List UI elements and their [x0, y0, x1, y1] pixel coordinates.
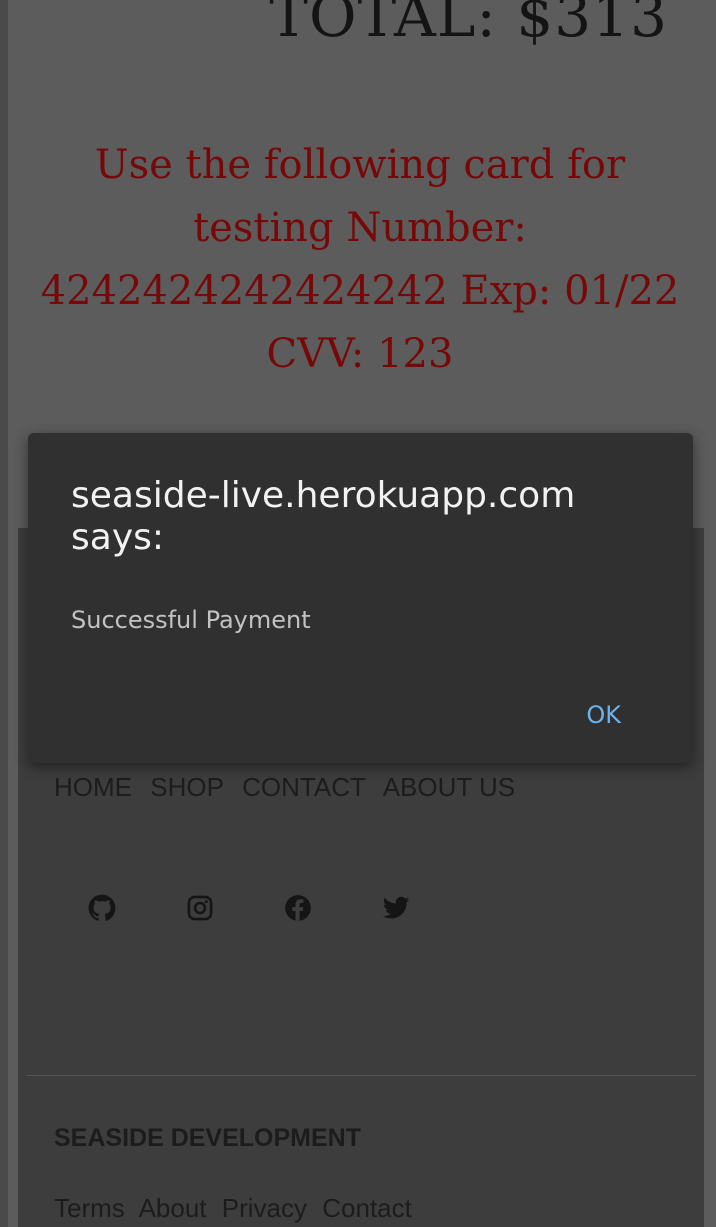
dialog-message: Successful Payment	[71, 606, 311, 634]
nav-shop-link[interactable]: SHOP	[150, 772, 224, 802]
privacy-link[interactable]: Privacy	[222, 1193, 307, 1223]
footer-legal-links: Terms About Privacy Contact	[54, 1193, 420, 1224]
footer-brand: SEASIDE DEVELOPMENT	[54, 1124, 361, 1152]
footer-divider	[26, 1075, 696, 1076]
dialog-title: seaside-live.herokuapp.com says:	[71, 475, 576, 558]
nav-home-link[interactable]: HOME	[54, 772, 132, 802]
nav-contact-link[interactable]: CONTACT	[242, 772, 366, 802]
ok-button[interactable]: OK	[586, 701, 621, 729]
about-link[interactable]: About	[139, 1193, 207, 1223]
facebook-icon[interactable]	[284, 894, 312, 922]
order-total: TOTAL: $313	[269, 0, 668, 50]
test-card-notice: Use the following card for testing Numbe…	[40, 142, 680, 377]
page-edge	[0, 0, 8, 1227]
social-links	[88, 894, 410, 922]
contact-link[interactable]: Contact	[322, 1193, 412, 1223]
terms-link[interactable]: Terms	[54, 1193, 125, 1223]
github-icon[interactable]	[88, 894, 116, 922]
alert-dialog: seaside-live.herokuapp.com says: Success…	[28, 433, 693, 763]
instagram-icon[interactable]	[186, 894, 214, 922]
nav-about-us-link[interactable]: ABOUT US	[383, 772, 515, 802]
footer-nav: HOME SHOP CONTACT ABOUT US	[54, 772, 526, 803]
twitter-icon[interactable]	[382, 894, 410, 922]
